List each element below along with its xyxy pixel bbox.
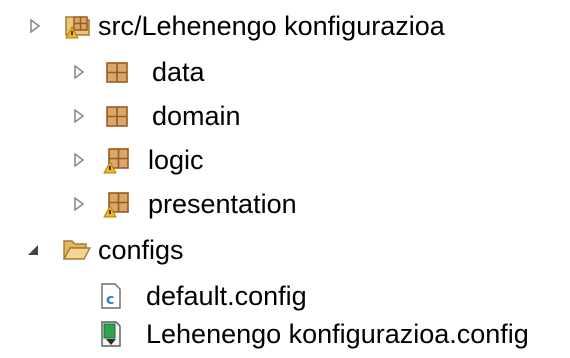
tree-item-label: logic <box>148 145 204 175</box>
launch-config-file-icon <box>96 319 126 349</box>
tree-item-src-folder[interactable]: src/Lehenengo konfigurazioa <box>24 4 445 48</box>
project-explorer-tree: src/Lehenengo konfigurazioa data domain … <box>0 0 570 358</box>
package-folder-warning-icon <box>62 11 92 41</box>
package-warning-icon <box>102 145 132 175</box>
svg-text:c: c <box>106 292 114 308</box>
expand-arrow-icon[interactable] <box>68 105 90 127</box>
tree-item-label: presentation <box>148 189 297 219</box>
tree-item-label: Lehenengo konfigurazioa.config <box>146 319 529 349</box>
package-icon <box>102 101 132 131</box>
tree-item-package-domain[interactable]: domain <box>68 94 241 138</box>
folder-open-icon <box>62 235 92 265</box>
expand-arrow-icon[interactable] <box>68 193 90 215</box>
expand-arrow-icon[interactable] <box>68 61 90 83</box>
tree-item-label: data <box>152 57 205 87</box>
tree-item-folder-configs[interactable]: configs <box>22 228 184 272</box>
tree-item-label: domain <box>152 101 241 131</box>
tree-item-label: src/Lehenengo konfigurazioa <box>98 11 445 41</box>
expand-arrow-icon[interactable] <box>68 149 90 171</box>
package-warning-icon <box>102 189 132 219</box>
config-file-icon: c <box>96 281 126 311</box>
package-icon <box>102 57 132 87</box>
tree-item-package-logic[interactable]: logic <box>68 138 204 182</box>
tree-item-label: configs <box>98 235 184 265</box>
tree-item-file-launch-config[interactable]: Lehenengo konfigurazioa.config <box>96 312 529 356</box>
collapse-arrow-icon[interactable] <box>22 239 44 261</box>
expand-arrow-icon[interactable] <box>24 15 46 37</box>
tree-item-package-data[interactable]: data <box>68 50 205 94</box>
tree-item-package-presentation[interactable]: presentation <box>68 182 297 226</box>
